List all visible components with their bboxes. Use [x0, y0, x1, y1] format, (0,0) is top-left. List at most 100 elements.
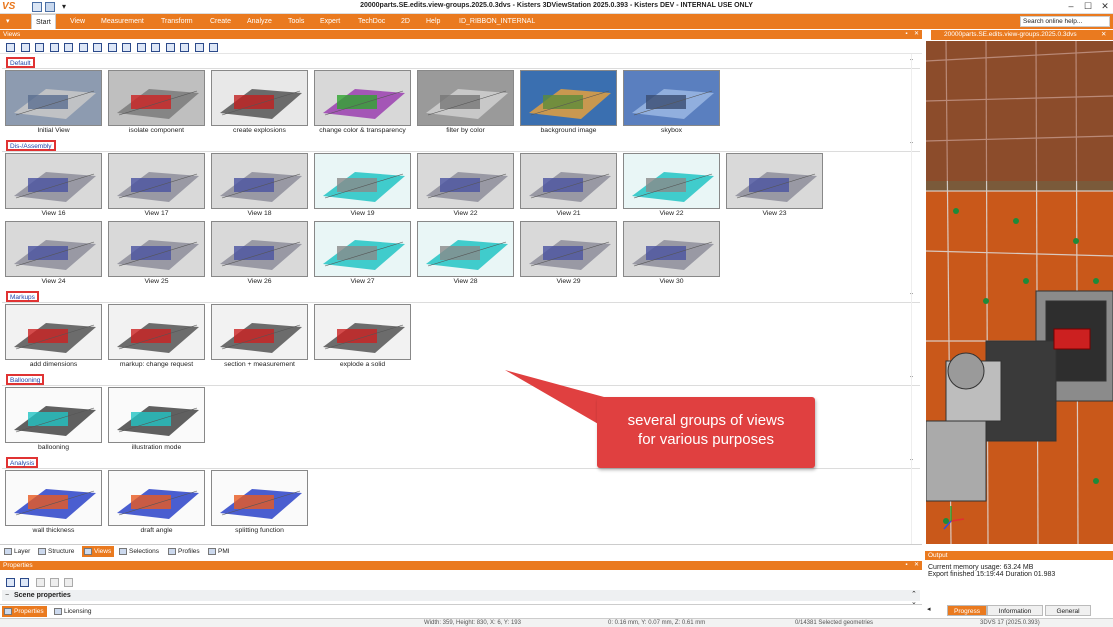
scene-properties-row[interactable]: − Scene properties [2, 590, 920, 601]
views-tool-icon-9[interactable] [122, 43, 131, 52]
views-tool-icon-10[interactable] [136, 43, 146, 52]
licensing-icon [54, 608, 62, 615]
ribbon-tab-measurement[interactable]: Measurement [97, 14, 148, 29]
view-thumbnail[interactable] [623, 153, 720, 209]
output-tab-information[interactable]: Information [987, 605, 1043, 616]
viewport-close-icon[interactable]: ✕ [1101, 30, 1106, 40]
properties-tool-icon-4[interactable] [50, 578, 59, 587]
panel-tab-structure[interactable]: Structure [36, 546, 77, 557]
properties-toolbar [0, 575, 922, 589]
views-tool-icon-3[interactable] [35, 43, 44, 52]
views-tool-icon-15[interactable] [209, 43, 218, 52]
properties-close-icon[interactable]: ✕ [912, 561, 921, 570]
panel-tab-profiles[interactable]: Profiles [166, 546, 203, 557]
views-tool-icon-11[interactable] [151, 43, 160, 52]
ribbon-tab-create[interactable]: Create [206, 14, 235, 29]
panel-tab-views[interactable]: Views [82, 546, 115, 557]
view-thumbnail[interactable] [314, 304, 411, 360]
views-tool-icon-4[interactable] [49, 43, 59, 52]
properties-tool-icon-3[interactable] [36, 578, 45, 587]
view-thumbnail[interactable] [211, 153, 308, 209]
view-thumbnail[interactable] [5, 153, 102, 209]
views-tool-icon-2[interactable] [20, 43, 30, 52]
view-thumbnail[interactable] [623, 221, 720, 277]
view-thumbnail[interactable] [520, 221, 617, 277]
view-thumbnail[interactable] [5, 70, 102, 126]
ribbon-tab-analyze[interactable]: Analyze [243, 14, 276, 29]
view-thumbnail[interactable] [211, 221, 308, 277]
view-thumbnail[interactable] [5, 470, 102, 526]
view-caption: View 22 [659, 210, 684, 217]
view-group-label[interactable]: Default [6, 57, 35, 68]
properties-tab-properties[interactable]: Properties [2, 606, 47, 617]
views-tool-icon-8[interactable] [107, 43, 117, 52]
close-panel-icon[interactable]: ✕ [912, 30, 921, 39]
view-thumbnail[interactable] [417, 70, 514, 126]
view-thumbnail[interactable] [417, 153, 514, 209]
ribbon-menu-arrow[interactable]: ▾ [2, 14, 14, 29]
view-group-label[interactable]: Ballooning [6, 374, 45, 385]
views-tool-icon-6[interactable] [78, 43, 88, 52]
ribbon-tab-transform[interactable]: Transform [157, 14, 197, 29]
view-group-label[interactable]: Dis-/Assembly [6, 140, 56, 151]
view-thumbnail[interactable] [520, 70, 617, 126]
view-caption: background image [540, 127, 597, 134]
maximize-icon[interactable]: ☐ [1082, 1, 1094, 13]
views-tool-icon-14[interactable] [194, 43, 204, 52]
view-caption: explode a solid [339, 361, 386, 368]
minimize-icon[interactable]: – [1065, 1, 1077, 13]
view-thumbnail[interactable] [520, 153, 617, 209]
3d-viewport[interactable] [926, 41, 1113, 544]
view-thumbnail[interactable] [108, 153, 205, 209]
views-tool-icon-7[interactable] [93, 43, 102, 52]
expand-all-icon[interactable] [6, 578, 15, 587]
view-thumbnail[interactable] [108, 221, 205, 277]
view-thumbnail[interactable] [5, 304, 102, 360]
tabs-scroll-left-icon[interactable]: ◂ [927, 605, 931, 613]
views-scrollbar[interactable] [911, 54, 920, 544]
view-group-label[interactable]: Analysis [6, 457, 39, 468]
ribbon-tab-view[interactable]: View [66, 14, 89, 29]
search-online-help-input[interactable]: Search online help... [1020, 16, 1110, 27]
view-thumbnail[interactable] [211, 70, 308, 126]
close-window-icon[interactable]: ✕ [1099, 1, 1111, 13]
view-thumbnail[interactable] [314, 153, 411, 209]
view-thumbnail[interactable] [108, 304, 205, 360]
views-tool-icon-13[interactable] [180, 43, 189, 52]
properties-tab-licensing[interactable]: Licensing [52, 606, 94, 617]
view-thumbnail[interactable] [5, 221, 102, 277]
ribbon-tab-tools[interactable]: Tools [284, 14, 308, 29]
view-thumbnail[interactable] [417, 221, 514, 277]
ribbon-tab-start[interactable]: Start [31, 14, 56, 29]
view-thumbnail[interactable] [108, 387, 205, 443]
views-tool-icon-5[interactable] [64, 43, 73, 52]
collapse-minus-icon[interactable]: − [5, 590, 9, 601]
viewport-tab[interactable]: 20000parts.SE.edits.view-groups.2025.0.3… [932, 30, 1097, 40]
view-thumbnail[interactable] [108, 470, 205, 526]
views-tool-icon-12[interactable] [165, 43, 175, 52]
panel-tab-pmi[interactable]: PMI [206, 546, 233, 557]
view-thumbnail[interactable] [314, 221, 411, 277]
view-thumbnail[interactable] [314, 70, 411, 126]
panel-tab-selections[interactable]: Selections [117, 546, 162, 557]
view-thumbnail[interactable] [5, 387, 102, 443]
view-thumbnail[interactable] [211, 304, 308, 360]
ribbon-tab-2d[interactable]: 2D [397, 14, 414, 29]
ribbon-tab-help[interactable]: Help [422, 14, 444, 29]
pin-icon[interactable]: ▪ [902, 30, 911, 39]
view-group-label[interactable]: Markups [6, 291, 39, 302]
properties-pin-icon[interactable]: ▪ [902, 561, 911, 570]
views-tool-icon-1[interactable] [6, 43, 15, 52]
view-thumbnail[interactable] [108, 70, 205, 126]
ribbon-tab-id-ribbon-internal[interactable]: ID_RIBBON_INTERNAL [455, 14, 539, 29]
collapse-all-icon[interactable] [20, 578, 29, 587]
properties-tool-icon-5[interactable] [64, 578, 73, 587]
ribbon-tab-techdoc[interactable]: TechDoc [354, 14, 389, 29]
ribbon-tab-expert[interactable]: Expert [316, 14, 344, 29]
output-tab-progress[interactable]: Progress [947, 605, 987, 616]
panel-tab-layer[interactable]: Layer [2, 546, 33, 557]
view-thumbnail[interactable] [211, 470, 308, 526]
view-thumbnail[interactable] [623, 70, 720, 126]
output-tab-general[interactable]: General [1045, 605, 1091, 616]
view-thumbnail[interactable] [726, 153, 823, 209]
